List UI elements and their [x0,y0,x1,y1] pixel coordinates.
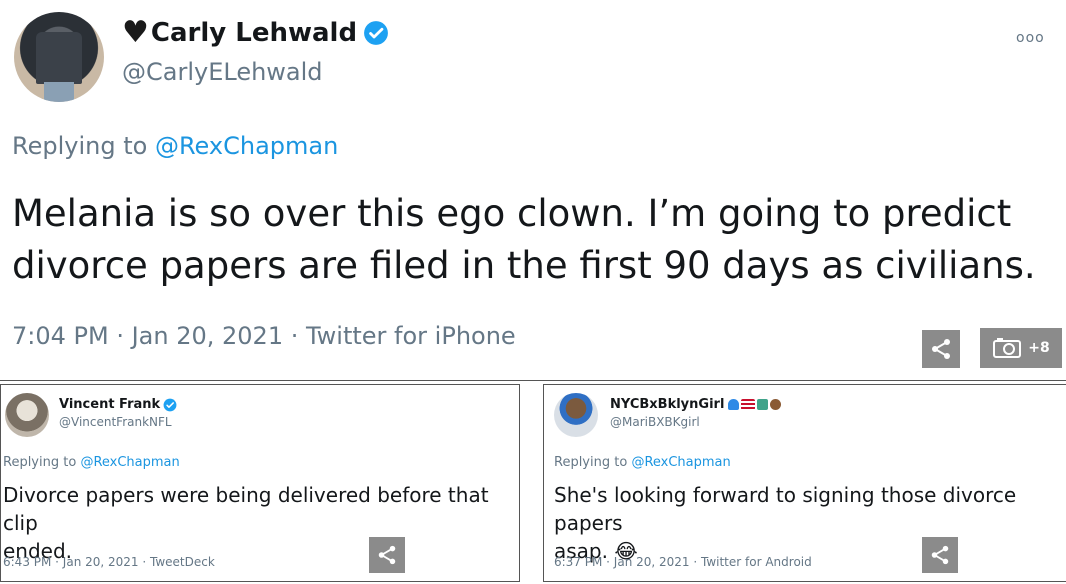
share-icon [931,545,949,565]
share-button[interactable] [922,330,960,368]
share-icon [932,339,950,359]
avatar[interactable] [554,393,598,437]
raised-fist-emoji-icon [770,399,782,410]
camera-icon [993,338,1022,358]
tweet-meta: 6:43 PM · Jan 20, 2021 · TweetDeck [3,555,215,569]
author-display-name[interactable]: Vincent Frank [59,397,160,412]
author-handle[interactable]: @CarlyELehwald [122,58,323,86]
mention-link[interactable]: @RexChapman [631,455,730,470]
share-button[interactable] [369,537,405,573]
replying-prefix: Replying to [12,132,148,160]
author-display-name[interactable]: NYCBxBklynGirl [610,397,724,412]
replying-prefix: Replying to [3,455,77,470]
gallery-button[interactable]: +8 [980,328,1062,368]
author-name-row[interactable]: ♥ Carly Lehwald [122,18,389,48]
mention-link[interactable]: @RexChapman [80,455,179,470]
replying-to: Replying to @RexChapman [12,132,338,160]
photo-count: +8 [1028,340,1050,356]
author-handle[interactable]: @MariBXBKgirl [610,415,700,429]
avatar[interactable] [5,393,49,437]
share-icon [378,545,396,565]
divider [0,380,1066,381]
name-emoji-group [728,399,782,410]
mention-link[interactable]: @RexChapman [155,132,338,160]
replying-to: Replying to @RexChapman [3,455,180,470]
us-flag-emoji-icon [741,399,756,410]
tweet-text: Divorce papers were being delivered befo… [3,483,489,563]
author-handle[interactable]: @VincentFrankNFL [59,415,172,429]
more-options-icon[interactable]: ooo [1016,30,1045,46]
replying-to: Replying to @RexChapman [554,455,731,470]
reply-card-nycbxbklyngirl: NYCBxBklynGirl @MariBXBKgirl Replying to… [543,384,1066,582]
tweet-meta: 6:37 PM · Jan 20, 2021 · Twitter for And… [554,555,812,569]
tweet-text: She's looking forward to signing those d… [554,483,1017,563]
black-heart-icon: ♥ [122,15,149,50]
author-name-row[interactable]: NYCBxBklynGirl [610,397,782,412]
verified-badge-icon [364,21,388,45]
share-button[interactable] [922,537,958,573]
verified-badge-icon [163,398,177,411]
replying-prefix: Replying to [554,455,628,470]
tweet-text: Melania is so over this ego clown. I’m g… [12,192,1036,287]
statue-of-liberty-emoji-icon [757,399,769,410]
tweet-meta: 7:04 PM · Jan 20, 2021 · Twitter for iPh… [12,322,516,350]
main-tweet: ♥ Carly Lehwald @CarlyELehwald ooo Reply… [0,0,1066,380]
author-display-name[interactable]: Carly Lehwald [151,18,357,48]
avatar[interactable] [14,12,104,102]
reply-card-vincent: Vincent Frank @VincentFrankNFL Replying … [0,384,520,582]
author-name-row[interactable]: Vincent Frank [59,397,177,412]
wave-emoji-icon [728,399,740,410]
